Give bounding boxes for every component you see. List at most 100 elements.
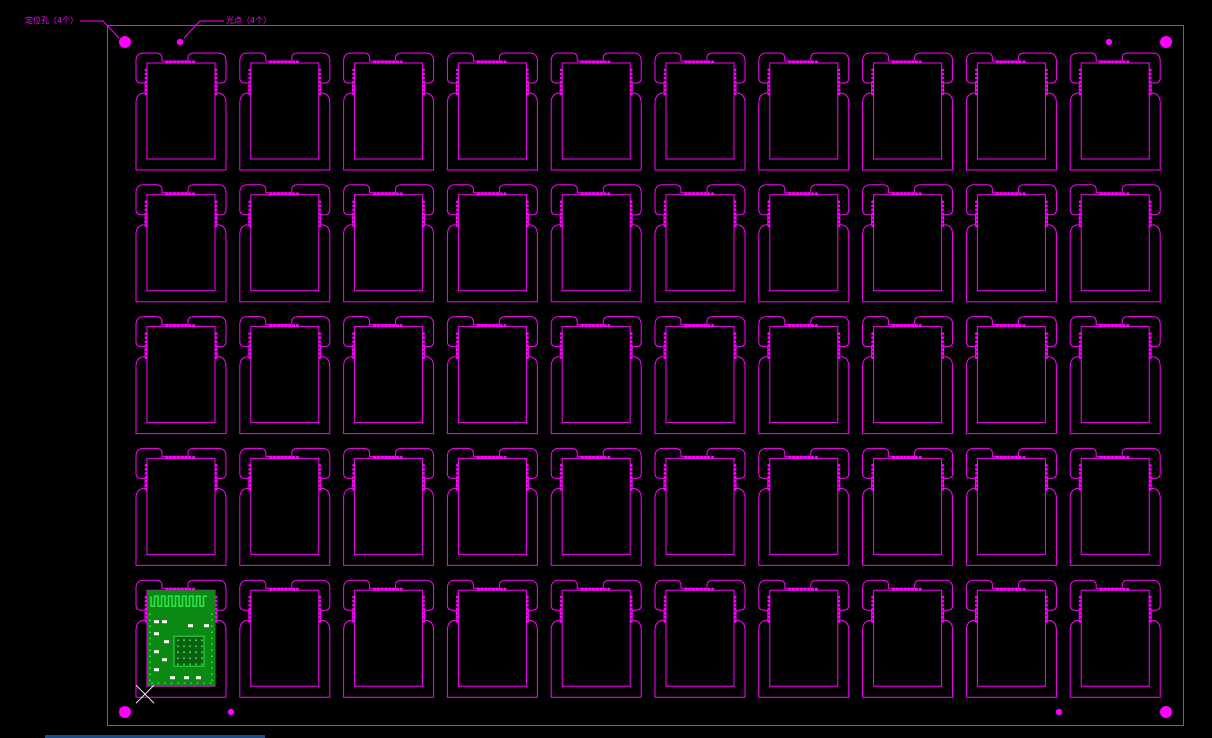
module-outline (354, 62, 424, 160)
edge-pad (767, 348, 771, 351)
edge-pad (892, 324, 896, 328)
edge-pad (595, 192, 599, 196)
edge-pad (1111, 192, 1115, 196)
edge-pad (480, 192, 484, 196)
board-outline (654, 184, 746, 303)
edge-pad (1078, 204, 1082, 208)
smd-component (164, 640, 169, 644)
edge-pad (814, 60, 818, 64)
edge-pad (1122, 60, 1126, 64)
tooling-hole (1160, 706, 1172, 718)
edge-pad (871, 356, 874, 359)
edge-pad (526, 356, 529, 359)
edge-pad (248, 484, 252, 487)
edge-pad (692, 192, 696, 196)
chip-via (195, 657, 197, 660)
edge-pad (707, 587, 711, 591)
edge-pad (288, 192, 292, 196)
edge-pad (422, 224, 425, 228)
smd-component (154, 632, 159, 636)
edge-pad (837, 76, 841, 80)
chip-via (177, 639, 179, 642)
edge-pad (1078, 340, 1082, 343)
edge-pad (767, 356, 771, 359)
edge-pad (707, 455, 711, 459)
edge-pad (269, 60, 273, 64)
edge-pad (214, 348, 218, 351)
board-outline (446, 579, 538, 698)
edge-pad (176, 60, 180, 64)
chip-via (195, 651, 197, 654)
edge-pad (792, 455, 796, 459)
panel-board (446, 316, 538, 435)
edge-pad (837, 619, 841, 623)
edge-pad (629, 352, 633, 355)
module-outline (457, 194, 527, 292)
edge-pad (767, 480, 771, 483)
edge-pad (1045, 340, 1048, 343)
edge-pad (941, 611, 944, 615)
board-outline (550, 184, 642, 303)
edge-pad (248, 480, 252, 483)
edge-pad (456, 72, 459, 76)
edge-pad (871, 208, 874, 212)
edge-pad (941, 352, 944, 355)
edge-pad (476, 587, 480, 591)
board-outline (965, 316, 1057, 435)
edge-pad (837, 72, 841, 76)
edge-pad (1045, 68, 1048, 72)
edge-pad (907, 587, 911, 591)
edge-pad (941, 607, 944, 611)
via (211, 619, 213, 622)
edge-pad (803, 324, 807, 328)
edge-pad (733, 72, 737, 76)
chip-via (201, 657, 203, 660)
edge-pad (488, 587, 492, 591)
edge-pad (733, 68, 737, 72)
edge-pad (629, 212, 633, 216)
edge-pad (663, 468, 667, 471)
board-outline (965, 447, 1057, 566)
edge-pad (503, 455, 507, 459)
edge-pad (837, 340, 841, 343)
edge-pad (280, 60, 284, 64)
board-outline (239, 447, 331, 566)
edge-pad (975, 204, 978, 208)
edge-pad (699, 455, 703, 459)
panel-board (343, 52, 435, 171)
edge-pad (288, 587, 292, 591)
edge-pad (1078, 68, 1082, 72)
board-outline (758, 447, 850, 566)
edge-pad (284, 324, 288, 328)
edge-pad (1148, 464, 1152, 467)
chip-via (189, 663, 191, 666)
edge-pad (352, 607, 355, 611)
edge-pad (248, 348, 252, 351)
edge-pad (559, 599, 563, 603)
edge-pad (526, 88, 529, 92)
edge-pad (1045, 92, 1048, 96)
module-outline (665, 589, 735, 687)
edge-pad (1045, 348, 1048, 351)
edge-pad (456, 92, 459, 96)
edge-pad (188, 324, 192, 328)
edge-pad (352, 336, 355, 339)
edge-pad (1078, 224, 1082, 228)
edge-pad (422, 84, 425, 88)
edge-pad (907, 455, 911, 459)
edge-pad (811, 587, 815, 591)
edge-pad (144, 200, 148, 204)
panel-board (550, 52, 642, 171)
edge-pad (941, 484, 944, 487)
board-outline (862, 184, 954, 303)
edge-pad (941, 84, 944, 88)
edge-pad (1148, 332, 1152, 335)
edge-pad (629, 615, 633, 619)
edge-pad (526, 208, 529, 212)
edge-pad (318, 607, 322, 611)
panel-board (343, 579, 435, 698)
edge-pad (975, 72, 978, 76)
edge-pad (603, 192, 607, 196)
via (183, 682, 186, 685)
edge-pad (352, 615, 355, 619)
